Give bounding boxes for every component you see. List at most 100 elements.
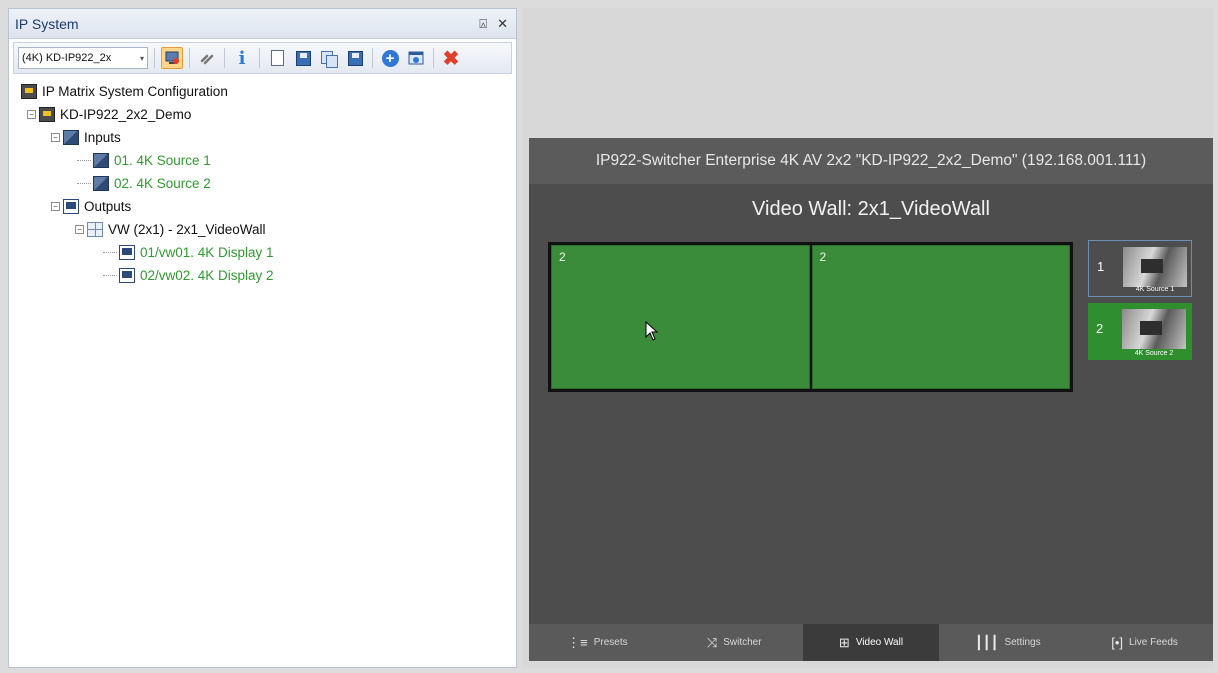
cell-source-number: 2 (819, 250, 827, 264)
switcher-app: IP922-Switcher Enterprise 4K AV 2x2 "KD-… (529, 138, 1213, 661)
display-icon (119, 245, 135, 260)
system-tree: IP Matrix System Configuration − KD-IP92… (9, 74, 516, 287)
copy-icon (321, 50, 338, 68)
panel-header: IP System ⍓ ✕ (9, 9, 516, 39)
tab-label: Live Feeds (1129, 637, 1178, 648)
computer-icon (39, 107, 55, 122)
source-thumbnail (1123, 247, 1187, 287)
live-feeds-icon: [•] (1111, 635, 1124, 650)
input-port-icon (93, 153, 109, 168)
settings-icon: ┃┃┃ (974, 634, 999, 650)
bottom-tab-bar: ⋮≡ Presets ⤨ Switcher ⊞ Video Wall ┃┃┃ S… (529, 624, 1213, 661)
add-window-icon (408, 51, 424, 65)
tree-item-label: KD-IP922_2x2_Demo (60, 107, 192, 122)
tree-connector (103, 252, 117, 253)
input-port-icon (63, 130, 79, 145)
toolbar-divider (372, 48, 373, 68)
panel-actions: ⍓ ✕ (479, 16, 508, 32)
connect-button[interactable] (161, 47, 183, 69)
tree-item-label: 02/vw02. 4K Display 2 (140, 268, 274, 283)
tree-item-input-2[interactable]: 02. 4K Source 2 (21, 172, 516, 195)
collapse-icon[interactable]: − (51, 202, 60, 211)
tree-item-inputs[interactable]: − Inputs (21, 126, 516, 149)
tree-item-display-2[interactable]: 02/vw02. 4K Display 2 (21, 264, 516, 287)
videowall-grid-icon (87, 222, 103, 237)
tab-live-feeds[interactable]: [•] Live Feeds (1076, 624, 1213, 661)
tree-connector (77, 183, 91, 184)
source-tile-2[interactable]: 2 4K Source 2 (1088, 303, 1192, 360)
tab-switcher[interactable]: ⤨ Switcher (666, 624, 803, 661)
computer-icon (21, 84, 37, 99)
source-number: 1 (1097, 259, 1105, 274)
tree-item-outputs[interactable]: − Outputs (21, 195, 516, 218)
tree-item-display-1[interactable]: 01/vw01. 4K Display 1 (21, 241, 516, 264)
tab-label: Switcher (723, 637, 762, 648)
videowall-cell-1[interactable]: 2 (551, 245, 810, 389)
plus-icon: + (381, 49, 399, 67)
source-tile-1[interactable]: 1 4K Source 1 (1088, 240, 1192, 297)
mouse-cursor-icon (645, 321, 659, 341)
document-area: IP922-Switcher Enterprise 4K AV 2x2 "KD-… (523, 8, 1213, 668)
toolbar-divider (224, 48, 225, 68)
add-button[interactable]: + (379, 47, 401, 69)
add-device-button[interactable] (405, 47, 427, 69)
source-number: 2 (1096, 321, 1104, 336)
link-button[interactable] (196, 47, 218, 69)
chevron-down-icon: ▾ (139, 53, 144, 63)
toolbar: (4K) KD-IP922_2x ▾ i + ✖ (13, 42, 512, 74)
tab-label: Presets (593, 637, 628, 648)
panel-title: IP System (15, 15, 79, 32)
videowall-cell-2[interactable]: 2 (811, 245, 1070, 389)
display-icon (119, 268, 135, 283)
tree-item-label: IP Matrix System Configuration (42, 84, 228, 99)
system-select[interactable]: (4K) KD-IP922_2x ▾ (18, 47, 148, 69)
tree-item-system[interactable]: − KD-IP922_2x2_Demo (21, 103, 516, 126)
tree-item-input-1[interactable]: 01. 4K Source 1 (21, 149, 516, 172)
system-select-value: (4K) KD-IP922_2x (22, 52, 112, 64)
save-button[interactable] (292, 47, 314, 69)
tree-connector (103, 275, 117, 276)
switcher-icon: ⤨ (706, 634, 718, 650)
tree-item-label: 02. 4K Source 2 (114, 176, 211, 191)
presets-icon: ⋮≡ (567, 634, 588, 650)
tab-settings[interactable]: ┃┃┃ Settings (939, 624, 1076, 661)
link-icon (200, 54, 214, 65)
toolbar-divider (154, 48, 155, 68)
save-icon (295, 50, 311, 66)
collapse-icon[interactable]: − (51, 133, 60, 142)
videowall-view: Video Wall: 2x1_VideoWall 2 2 1 4K Sourc… (529, 184, 1213, 624)
copy-button[interactable] (318, 47, 340, 69)
tree-item-label: 01/vw01. 4K Display 1 (140, 245, 274, 260)
tab-label: Video Wall (855, 637, 904, 648)
save-as-button[interactable] (344, 47, 366, 69)
pin-icon[interactable]: ⍓ (479, 16, 487, 32)
tree-item-videowall[interactable]: − VW (2x1) - 2x1_VideoWall (21, 218, 516, 241)
collapse-icon[interactable]: − (27, 110, 36, 119)
tree-connector (77, 160, 91, 161)
info-button[interactable]: i (231, 47, 253, 69)
toolbar-divider (433, 48, 434, 68)
tree-item-label: VW (2x1) - 2x1_VideoWall (108, 222, 266, 237)
video-wall-icon: ⊞ (838, 634, 850, 650)
tab-label: Settings (1004, 637, 1041, 648)
network-icon (165, 51, 179, 64)
tree-item-label: 01. 4K Source 1 (114, 153, 211, 168)
delete-button[interactable]: ✖ (440, 47, 462, 70)
source-caption: 4K Source 2 (1134, 350, 1174, 357)
toolbar-divider (259, 48, 260, 68)
collapse-icon[interactable]: − (75, 225, 84, 234)
input-port-icon (93, 176, 109, 191)
tab-video-wall[interactable]: ⊞ Video Wall (802, 624, 940, 661)
cell-source-number: 2 (559, 250, 566, 264)
tab-presets[interactable]: ⋮≡ Presets (529, 624, 666, 661)
delete-icon: ✖ (442, 47, 460, 70)
tree-item-label: Outputs (84, 199, 132, 214)
tree-item-root[interactable]: IP Matrix System Configuration (21, 80, 516, 103)
document-icon (270, 50, 284, 66)
device-title: IP922-Switcher Enterprise 4K AV 2x2 "KD-… (529, 138, 1213, 184)
videowall-layout: 2 2 (548, 242, 1073, 392)
toolbar-divider (189, 48, 190, 68)
close-icon[interactable]: ✕ (497, 16, 508, 32)
source-thumbnail (1122, 309, 1186, 349)
new-document-button[interactable] (266, 47, 288, 69)
